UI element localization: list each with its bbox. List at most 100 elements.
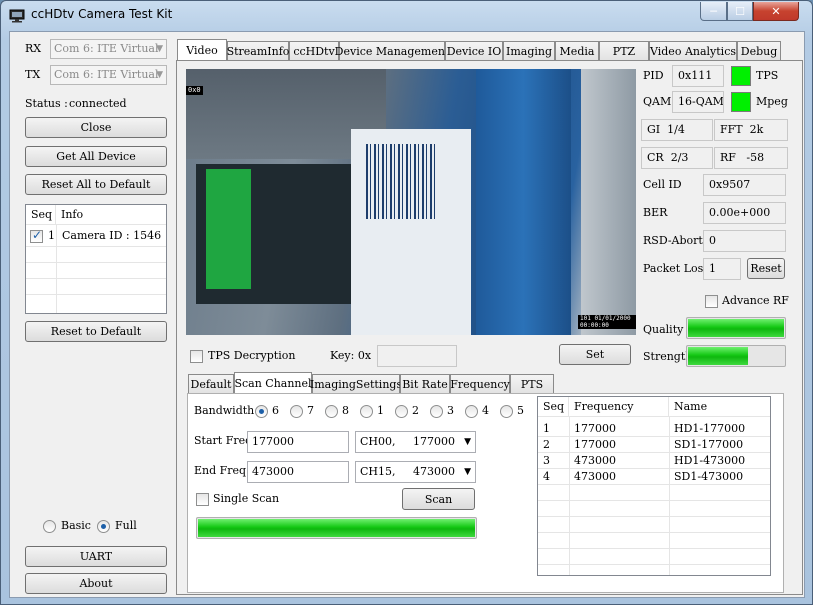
qam-value: 16-QAM: [672, 91, 724, 113]
reset-to-default-button[interactable]: Reset to Default: [25, 321, 167, 342]
rx-port-select[interactable]: Com 6: ITE Virtual ▼: [50, 39, 167, 59]
device-info: Camera ID : 1546: [62, 229, 162, 242]
bandwidth-radio-7[interactable]: [290, 405, 303, 418]
reset-packet-button[interactable]: Reset: [747, 258, 785, 279]
rf-label: RF: [720, 151, 736, 164]
subtab-imaging-settings[interactable]: ImagingSettings: [310, 374, 402, 394]
chevron-down-icon: ▼: [464, 437, 471, 447]
key-input[interactable]: [377, 345, 457, 367]
channel-row-4-freq[interactable]: 473000: [569, 469, 616, 485]
channel-row-3-freq[interactable]: 473000: [569, 453, 616, 469]
bandwidth-radio-2[interactable]: [395, 405, 408, 418]
tab-imaging[interactable]: Imaging: [503, 41, 555, 61]
app-icon: [9, 9, 25, 23]
tab-streaminfo[interactable]: StreamInfo: [227, 41, 289, 61]
mode-basic-label: Basic: [61, 519, 91, 532]
channel-row-4-name[interactable]: SD1-473000: [669, 469, 743, 485]
channel-row-1-name[interactable]: HD1-177000: [669, 421, 745, 437]
bandwidth-radio-5[interactable]: [500, 405, 513, 418]
close-button[interactable]: Close: [25, 117, 167, 138]
cr-value: 2/3: [670, 151, 689, 164]
subtab-pts[interactable]: PTS: [510, 374, 554, 394]
tps-decryption-checkbox[interactable]: [190, 350, 203, 363]
device-checkbox[interactable]: [30, 228, 43, 243]
set-key-button[interactable]: Set: [559, 344, 631, 365]
subtab-scan-channel[interactable]: Scan Channel: [234, 372, 312, 394]
channel-col-seq[interactable]: Seq: [538, 397, 569, 417]
about-button[interactable]: About: [25, 573, 167, 594]
subtab-default[interactable]: Default: [188, 374, 234, 394]
tx-port-select[interactable]: Com 6: ITE Virtual ▼: [50, 65, 167, 85]
video-osd-line-2: 00:00:00: [580, 322, 609, 329]
channel-row-1-seq[interactable]: 1: [538, 421, 550, 437]
tab-video[interactable]: Video: [177, 39, 227, 61]
bandwidth-radio-1[interactable]: [360, 405, 373, 418]
maximize-icon: ☐: [735, 4, 745, 18]
channel-col-name[interactable]: Name: [669, 397, 770, 417]
channel-col-frequency[interactable]: Frequency: [569, 397, 669, 417]
bandwidth-radio-3[interactable]: [430, 405, 443, 418]
channel-row-2-freq[interactable]: 177000: [569, 437, 616, 453]
video-osd-line-1: 101 01/01/2000: [580, 315, 631, 322]
end-channel-value: CH15, 473000: [360, 465, 455, 478]
subtab-frequency[interactable]: Frequency: [450, 374, 510, 394]
device-col-info[interactable]: Info: [56, 205, 166, 225]
bandwidth-radio-4[interactable]: [465, 405, 478, 418]
get-all-device-button[interactable]: Get All Device: [25, 146, 167, 167]
gi-field: GI 1/4: [641, 119, 713, 141]
device-list[interactable]: Seq Info 1 Camera ID : 1546: [25, 204, 167, 314]
single-scan-checkbox[interactable]: [196, 493, 209, 506]
reset-all-default-button[interactable]: Reset All to Default: [25, 174, 167, 195]
channel-row-3-seq[interactable]: 3: [538, 453, 550, 469]
maximize-button[interactable]: ☐: [727, 2, 753, 21]
video-osd-bottom: 101 01/01/2000 00:00:00: [578, 315, 636, 329]
bandwidth-radio-8[interactable]: [325, 405, 338, 418]
close-window-button[interactable]: ✕: [753, 2, 799, 21]
video-preview: 0x0 101 01/01/2000 00:00:00: [186, 69, 636, 335]
mode-full-radio[interactable]: [97, 520, 110, 533]
advance-rf-checkbox[interactable]: [705, 295, 718, 308]
gi-label: GI: [647, 123, 661, 136]
device-col-seq[interactable]: Seq: [26, 205, 56, 225]
uart-button[interactable]: UART: [25, 546, 167, 567]
end-channel-select[interactable]: CH15, 473000 ▼: [355, 461, 476, 483]
bandwidth-radio-6[interactable]: [255, 405, 268, 418]
tab-debug[interactable]: Debug: [737, 41, 781, 61]
channel-row-2-seq[interactable]: 2: [538, 437, 550, 453]
qam-label: QAM: [643, 95, 672, 108]
scan-progress-fill: [198, 519, 475, 537]
channel-row-4-seq[interactable]: 4: [538, 469, 550, 485]
fft-label: FFT: [720, 123, 743, 136]
end-freq-input[interactable]: 473000: [247, 461, 349, 483]
bandwidth-label-6: 6: [272, 404, 279, 417]
tab-video-analytics[interactable]: Video Analytics: [649, 41, 737, 61]
tab-device-management[interactable]: Device Management: [335, 41, 449, 61]
cellid-value: 0x9507: [703, 174, 786, 196]
video-osd-top: 0x0: [186, 86, 203, 95]
strength-bar: [686, 345, 786, 367]
subtab-bit-rate[interactable]: Bit Rate: [400, 374, 450, 394]
start-freq-input[interactable]: 177000: [247, 431, 349, 453]
mode-basic-radio[interactable]: [43, 520, 56, 533]
rf-field: RF -58: [714, 147, 788, 169]
mpeg-label: Mpeg: [756, 95, 788, 108]
cellid-label: Cell ID: [643, 178, 682, 191]
channel-row-1-freq[interactable]: 177000: [569, 421, 616, 437]
channel-row-3-name[interactable]: HD1-473000: [669, 453, 745, 469]
tx-port-value: Com 6: ITE Virtual: [54, 68, 159, 81]
strength-label: Strength: [643, 350, 693, 363]
tab-media[interactable]: Media: [555, 41, 599, 61]
tab-ptz[interactable]: PTZ: [599, 41, 649, 61]
bandwidth-label-2: 2: [412, 404, 419, 417]
minimize-button[interactable]: ─: [700, 2, 727, 21]
start-channel-select[interactable]: CH00, 177000 ▼: [355, 431, 476, 453]
scan-button[interactable]: Scan: [402, 488, 475, 510]
tps-label: TPS: [756, 69, 779, 82]
tab-device-io[interactable]: Device IO: [445, 41, 503, 61]
tab-cchdtv[interactable]: ccHDtv: [289, 41, 339, 61]
title-bar[interactable]: ccHDtv Camera Test Kit ─ ☐ ✕: [1, 1, 812, 31]
rx-label: RX: [25, 42, 42, 55]
channel-row-2-name[interactable]: SD1-177000: [669, 437, 743, 453]
minimize-icon: ─: [710, 4, 717, 18]
channel-table[interactable]: Seq Frequency Name 1 177000 HD1-177000 2…: [537, 396, 771, 576]
